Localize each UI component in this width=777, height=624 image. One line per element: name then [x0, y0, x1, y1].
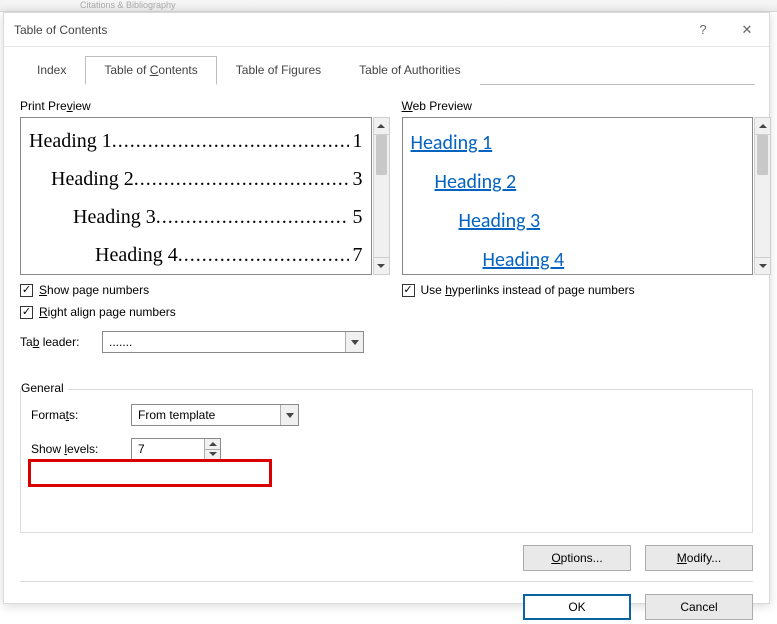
show-page-numbers-checkbox[interactable]: ✓ Show page numbers	[20, 283, 372, 297]
tab-table-of-contents[interactable]: Table of Contents	[85, 56, 216, 85]
web-preview-link[interactable]: Heading 1	[409, 124, 747, 163]
tab-index[interactable]: Index	[18, 56, 85, 85]
web-preview-scrollbar[interactable]	[754, 117, 771, 275]
general-group: General Formats: From template Show leve…	[20, 389, 753, 533]
show-levels-value: 7	[132, 442, 204, 456]
right-align-checkbox[interactable]: ✓ Right align page numbers	[20, 305, 372, 319]
dialog-title: Table of Contents	[14, 23, 107, 37]
web-preview-link[interactable]: Heading 3	[409, 202, 747, 241]
print-preview-row: Heading 2...............................…	[29, 160, 363, 198]
spinner-down-icon[interactable]	[205, 449, 220, 460]
ok-button[interactable]: OK	[523, 594, 631, 620]
formats-label: Formats:	[31, 408, 123, 422]
web-preview-box: Heading 1Heading 2Heading 3Heading 4	[402, 117, 754, 275]
tab-leader-value: .......	[103, 335, 345, 349]
show-levels-label: Show levels:	[31, 442, 123, 456]
scroll-thumb[interactable]	[376, 135, 387, 175]
table-of-contents-dialog: Table of Contents ? ✕ Index Table of Con…	[3, 12, 770, 604]
options-button[interactable]: Options...	[523, 545, 631, 571]
modify-button[interactable]: Modify...	[645, 545, 753, 571]
print-preview-row: Heading 3...............................…	[29, 198, 363, 236]
print-preview-box: Heading 1...............................…	[20, 117, 372, 275]
scroll-down-icon[interactable]	[373, 257, 390, 275]
checkmark-icon: ✓	[20, 284, 33, 297]
print-preview-row: Heading 1...............................…	[29, 122, 363, 160]
chevron-down-icon[interactable]	[280, 405, 298, 425]
scroll-up-icon[interactable]	[754, 117, 771, 135]
tab-strip: Index Table of Contents Table of Figures…	[18, 55, 755, 85]
spinner-up-icon[interactable]	[205, 439, 220, 449]
tab-leader-dropdown[interactable]: .......	[102, 331, 364, 353]
scroll-up-icon[interactable]	[373, 117, 390, 135]
web-preview-link[interactable]: Heading 2	[409, 163, 747, 202]
checkmark-icon: ✓	[20, 306, 33, 319]
cancel-button[interactable]: Cancel	[645, 594, 753, 620]
formats-dropdown[interactable]: From template	[131, 404, 299, 426]
close-button[interactable]: ✕	[725, 13, 769, 47]
help-button[interactable]: ?	[681, 13, 725, 47]
checkmark-icon: ✓	[402, 284, 415, 297]
web-preview-label: Web Preview	[402, 99, 754, 113]
print-preview-scrollbar[interactable]	[373, 117, 390, 275]
print-preview-row: Heading 4...............................…	[29, 236, 363, 274]
ribbon-strip: Citations & Bibliography	[0, 0, 777, 12]
scroll-thumb[interactable]	[757, 135, 768, 175]
tab-table-of-authorities[interactable]: Table of Authorities	[340, 56, 479, 85]
tab-table-of-figures[interactable]: Table of Figures	[217, 56, 340, 85]
tab-leader-label: Tab leader:	[20, 335, 94, 349]
use-hyperlinks-checkbox[interactable]: ✓ Use hyperlinks instead of page numbers	[402, 283, 754, 297]
chevron-down-icon[interactable]	[345, 332, 363, 352]
print-preview-label: Print Preview	[20, 99, 372, 113]
web-preview-link[interactable]: Heading 4	[409, 241, 747, 275]
formats-value: From template	[132, 408, 280, 422]
general-group-title: General	[21, 381, 68, 395]
titlebar: Table of Contents ? ✕	[4, 13, 769, 47]
scroll-down-icon[interactable]	[754, 257, 771, 275]
show-levels-spinner[interactable]: 7	[131, 438, 221, 460]
